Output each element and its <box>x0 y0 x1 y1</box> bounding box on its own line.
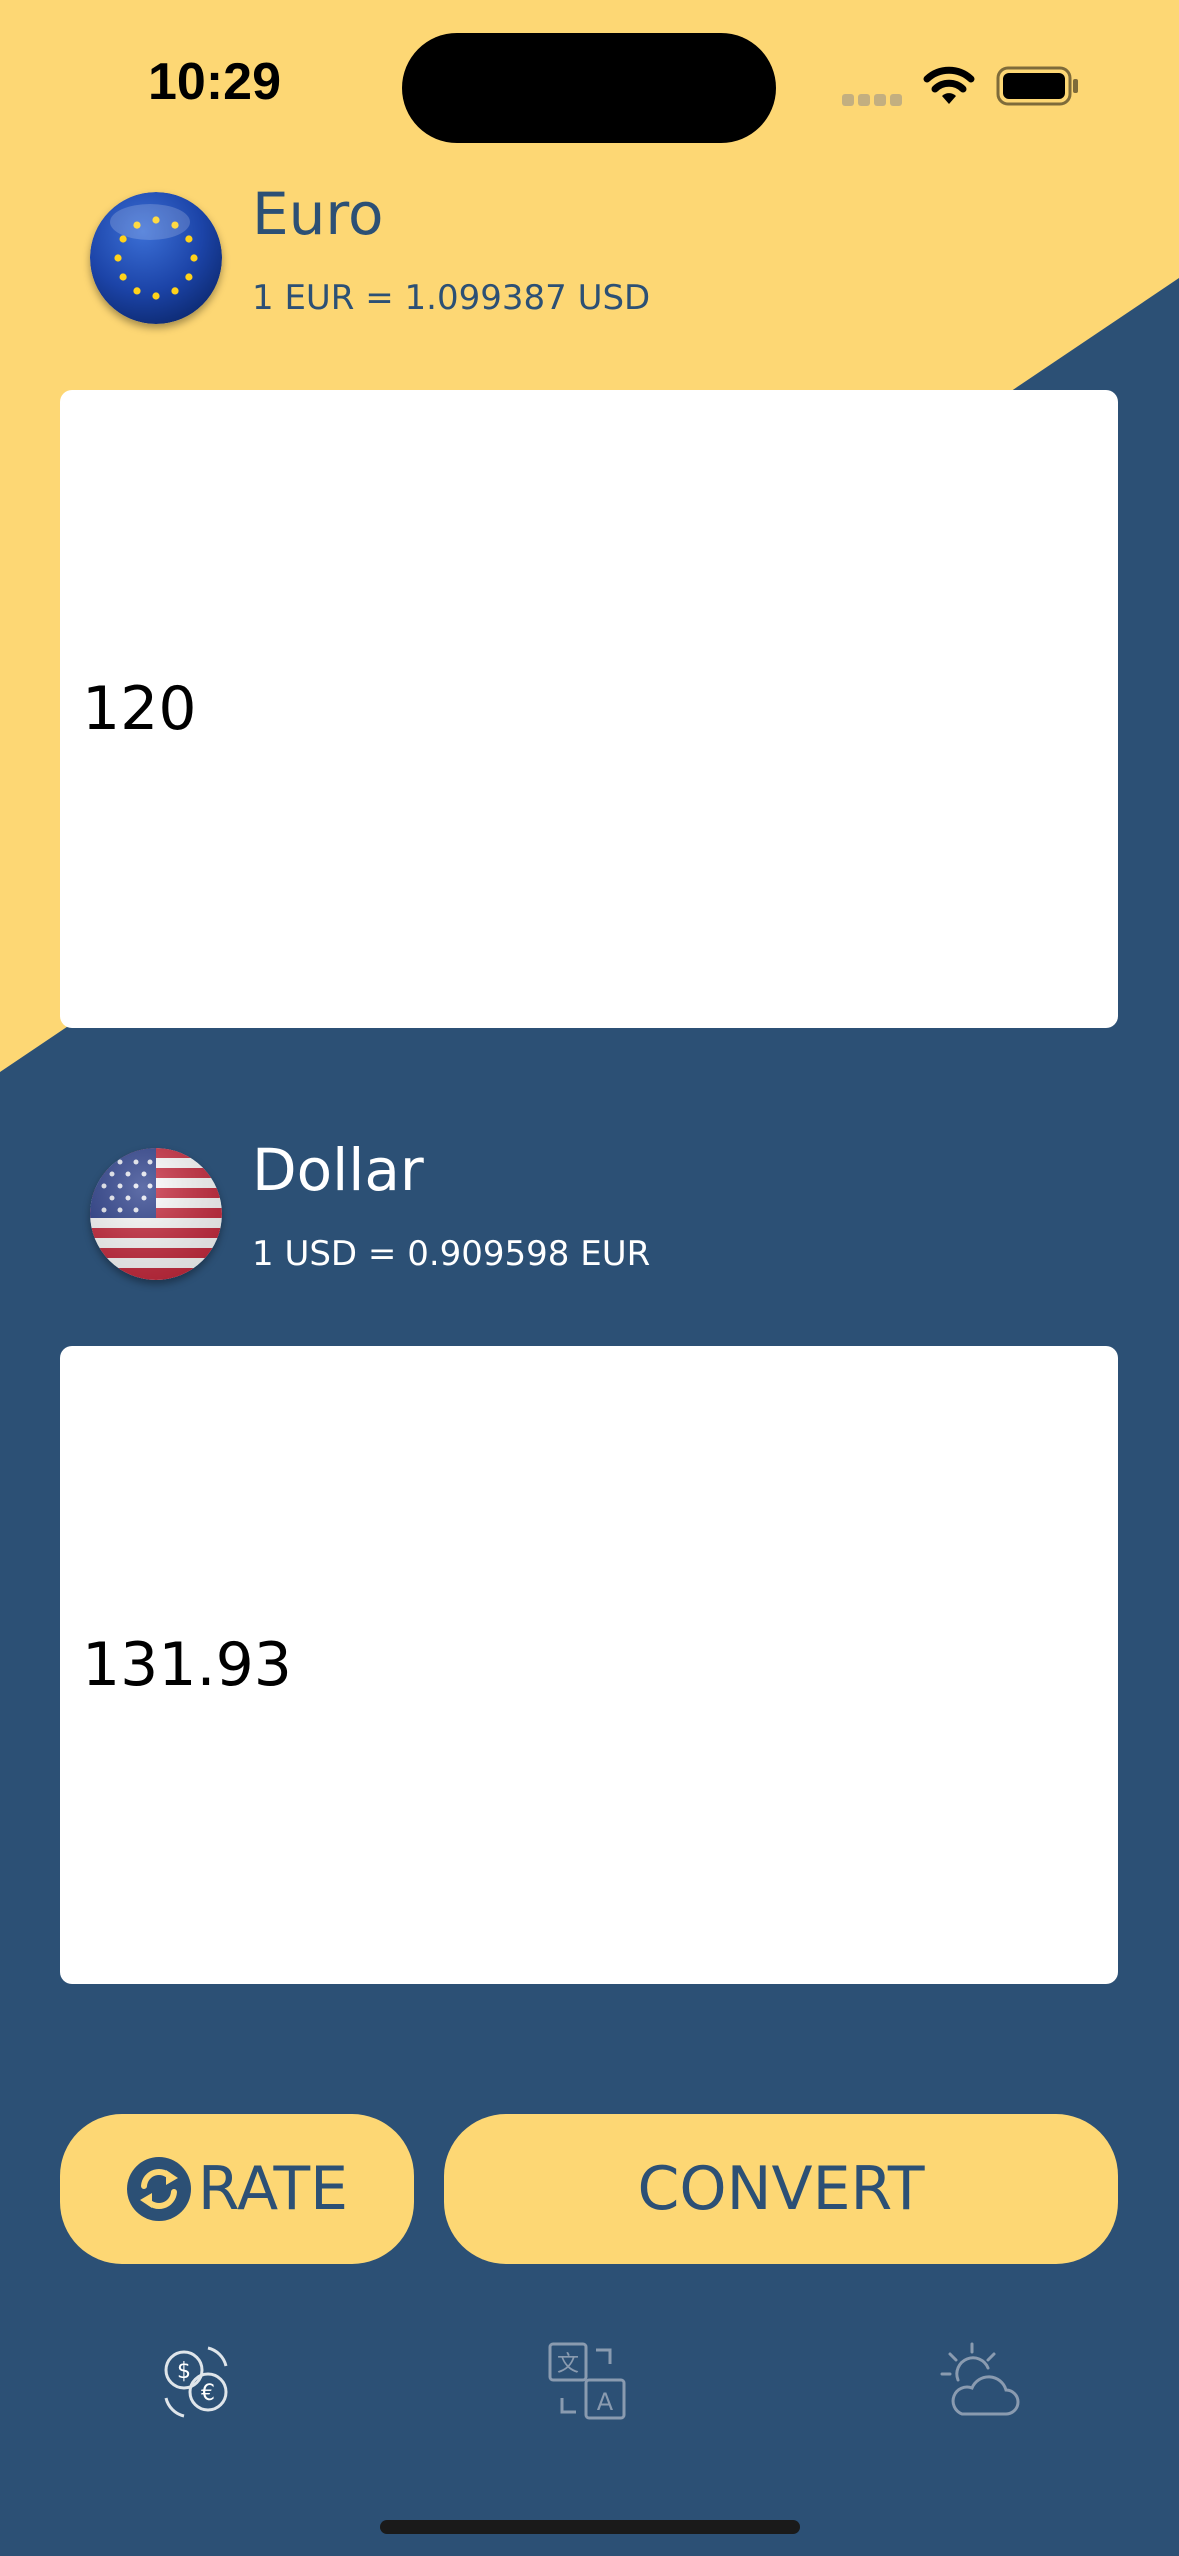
weather-icon <box>940 2342 1020 2416</box>
from-currency-name: Euro <box>252 180 384 248</box>
tab-currency[interactable]: $ € <box>154 2340 238 2424</box>
rate-button[interactable]: RATE <box>60 2114 414 2264</box>
svg-text:€: € <box>201 2381 215 2406</box>
svg-text:文: 文 <box>557 2352 579 2377</box>
cellular-signal-icon <box>842 94 904 106</box>
to-amount-field[interactable]: 131.93 <box>60 1346 1118 1984</box>
us-flag-icon <box>90 1148 222 1280</box>
translate-icon: 文 A <box>548 2342 626 2420</box>
to-currency-rate: 1 USD = 0.909598 EUR <box>252 1234 651 1274</box>
wifi-icon <box>923 66 975 104</box>
from-currency-rate: 1 EUR = 1.099387 USD <box>252 278 651 318</box>
eu-flag-icon <box>90 192 222 324</box>
home-indicator[interactable] <box>380 2520 800 2534</box>
svg-text:$: $ <box>177 2359 191 2384</box>
tab-weather[interactable] <box>940 2340 1024 2424</box>
refresh-icon <box>126 2157 191 2221</box>
to-currency-name: Dollar <box>252 1136 424 1204</box>
svg-text:A: A <box>597 2388 614 2416</box>
convert-button-label: CONVERT <box>637 2154 925 2224</box>
convert-button[interactable]: CONVERT <box>444 2114 1118 2264</box>
dynamic-island <box>402 33 776 143</box>
status-time: 10:29 <box>148 53 281 111</box>
from-amount-value: 120 <box>82 674 197 744</box>
tab-translate[interactable]: 文 A <box>546 2340 630 2424</box>
currency-exchange-icon: $ € <box>164 2346 228 2418</box>
to-amount-value: 131.93 <box>82 1630 292 1700</box>
rate-button-label: RATE <box>197 2154 349 2224</box>
battery-icon <box>996 66 1078 106</box>
from-amount-field[interactable]: 120 <box>60 390 1118 1028</box>
